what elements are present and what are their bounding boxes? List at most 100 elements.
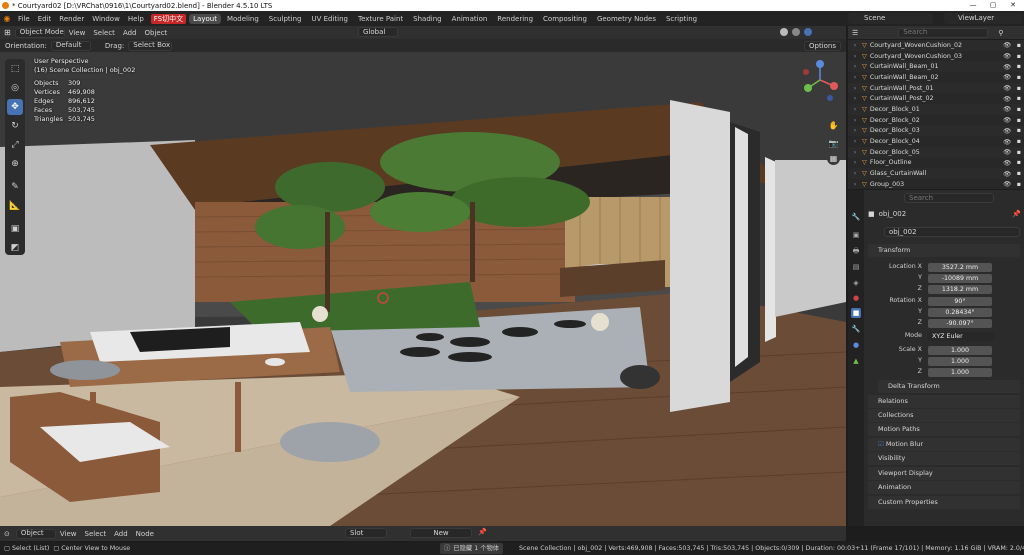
- scale-tool-icon[interactable]: ⤢: [7, 137, 23, 153]
- pin-icon[interactable]: 📌: [1012, 208, 1021, 220]
- minimize-button[interactable]: —: [964, 0, 982, 11]
- delta-transform-panel[interactable]: Delta Transform: [878, 380, 1020, 393]
- properties-search-field[interactable]: Search: [904, 193, 994, 203]
- scene-selector[interactable]: Scene: [848, 13, 933, 24]
- camera-icon[interactable]: ▪: [1017, 181, 1021, 188]
- transform-panel-header[interactable]: Transform: [868, 244, 1020, 257]
- tab-animation[interactable]: Animation: [448, 14, 492, 24]
- eye-icon[interactable]: 👁: [1003, 180, 1011, 188]
- menu-view[interactable]: View: [65, 29, 90, 37]
- shading-rendered-icon[interactable]: [804, 28, 812, 36]
- motion-blur-panel[interactable]: ☑ Motion Blur: [868, 438, 1020, 451]
- relations-panel[interactable]: Relations: [868, 395, 1020, 408]
- custom-properties-panel[interactable]: Custom Properties: [868, 496, 1020, 509]
- outliner-row[interactable]: › ▽ Decor_Block_04 👁 ▪: [848, 136, 1024, 147]
- camera-icon[interactable]: ▪: [1017, 149, 1021, 156]
- visibility-panel[interactable]: Visibility: [868, 452, 1020, 465]
- eye-icon[interactable]: 👁: [1003, 127, 1011, 135]
- rotate-tool-icon[interactable]: ↻: [7, 118, 23, 134]
- tab-sculpting[interactable]: Sculpting: [265, 14, 306, 24]
- move-tool-icon[interactable]: ✥: [7, 99, 23, 115]
- language-badge[interactable]: FS切中文: [150, 13, 187, 24]
- eye-icon[interactable]: 👁: [1003, 148, 1011, 156]
- eye-icon[interactable]: 👁: [1003, 105, 1011, 113]
- menu-node[interactable]: Node: [132, 530, 158, 538]
- render-tab-icon[interactable]: ▣: [851, 230, 861, 240]
- object-dropdown[interactable]: Object: [15, 528, 56, 539]
- tab-texture-paint[interactable]: Texture Paint: [354, 14, 407, 24]
- rotation-mode-dropdown[interactable]: XYZ Euler: [928, 332, 994, 341]
- outliner-row[interactable]: › ▽ Decor_Block_03 👁 ▪: [848, 125, 1024, 137]
- shading-material-icon[interactable]: [792, 28, 800, 36]
- menu-edit[interactable]: Edit: [34, 15, 56, 23]
- drag-dropdown[interactable]: Select Box: [128, 40, 173, 51]
- transform-tool-icon[interactable]: ⊕: [7, 156, 23, 172]
- shading-solid-icon[interactable]: [780, 28, 788, 36]
- camera-icon[interactable]: ▪: [1017, 127, 1021, 134]
- eye-icon[interactable]: 👁: [1003, 116, 1011, 124]
- camera-icon[interactable]: ▪: [1017, 85, 1021, 92]
- eye-icon[interactable]: 👁: [1003, 95, 1011, 103]
- outliner-row[interactable]: › ▽ Decor_Block_01 👁 ▪: [848, 104, 1024, 115]
- filter-icon[interactable]: ⚲: [998, 29, 1003, 37]
- tool-tab-icon[interactable]: 🔧: [851, 212, 861, 222]
- tab-compositing[interactable]: Compositing: [539, 14, 591, 24]
- outliner-row[interactable]: › ▽ Courtyard_WovenCushion_02 👁 ▪: [848, 40, 1024, 51]
- outliner-row[interactable]: › ▽ CurtainWall_Post_01 👁 ▪: [848, 82, 1024, 94]
- collections-panel[interactable]: Collections: [868, 409, 1020, 422]
- physics-tab-icon[interactable]: ●: [851, 340, 861, 350]
- location-z-field[interactable]: 1318.2 mm: [928, 285, 992, 294]
- scale-y-field[interactable]: 1.000: [928, 357, 992, 366]
- eye-icon[interactable]: 👁: [1003, 52, 1011, 60]
- outliner-row[interactable]: › ▽ Floor_Outline 👁 ▪: [848, 158, 1024, 169]
- maximize-button[interactable]: ▢: [984, 0, 1002, 11]
- menu-help[interactable]: Help: [124, 15, 148, 23]
- outliner-editor-icon[interactable]: ☰: [852, 29, 858, 37]
- object-tab-icon[interactable]: ■: [851, 308, 861, 318]
- camera-icon[interactable]: ▪: [1017, 159, 1021, 166]
- eye-icon[interactable]: 👁: [1003, 63, 1011, 71]
- pin-icon[interactable]: 📌: [478, 528, 487, 536]
- camera-icon[interactable]: ▪: [1017, 74, 1021, 81]
- eye-icon[interactable]: 👁: [1003, 170, 1011, 178]
- menu-select[interactable]: Select: [89, 29, 119, 37]
- outliner-row[interactable]: › ▽ Decor_Block_05 👁 ▪: [848, 146, 1024, 158]
- menu-render[interactable]: Render: [55, 15, 88, 23]
- camera-view-icon[interactable]: 📷: [827, 137, 840, 150]
- blender-menu-icon[interactable]: ◉: [0, 14, 14, 23]
- outliner-row[interactable]: › ▽ Glass_CurtainWall 👁 ▪: [848, 168, 1024, 179]
- object-name-field[interactable]: obj_002: [884, 227, 1020, 237]
- camera-icon[interactable]: ▪: [1017, 42, 1021, 49]
- tab-shading[interactable]: Shading: [409, 14, 445, 24]
- tab-layout[interactable]: Layout: [189, 13, 221, 24]
- camera-icon[interactable]: ▪: [1017, 106, 1021, 113]
- eye-icon[interactable]: 👁: [1003, 84, 1011, 92]
- measure-tool-icon[interactable]: 📐: [7, 198, 23, 214]
- output-tab-icon[interactable]: 🖶: [851, 246, 861, 256]
- world-tab-icon[interactable]: ●: [851, 293, 861, 303]
- viewport-display-panel[interactable]: Viewport Display: [868, 467, 1020, 480]
- menu-file[interactable]: File: [14, 15, 34, 23]
- outliner-row[interactable]: › ▽ CurtainWall_Beam_02 👁 ▪: [848, 72, 1024, 83]
- outliner-row[interactable]: › ▽ Decor_Block_02 👁 ▪: [848, 115, 1024, 126]
- tab-rendering[interactable]: Rendering: [493, 14, 537, 24]
- checkbox-icon[interactable]: ☑: [878, 440, 884, 448]
- camera-icon[interactable]: ▪: [1017, 95, 1021, 102]
- tab-uv-editing[interactable]: UV Editing: [307, 14, 352, 24]
- pan-hand-icon[interactable]: ✋: [827, 119, 840, 132]
- outliner-row[interactable]: › ▽ CurtainWall_Post_02 👁 ▪: [848, 93, 1024, 104]
- extrude-tool-icon[interactable]: ◩: [7, 240, 23, 256]
- tab-modeling[interactable]: Modeling: [223, 14, 263, 24]
- outliner-row[interactable]: › ▽ Courtyard_WovenCushion_03 👁 ▪: [848, 51, 1024, 62]
- eye-icon[interactable]: 👁: [1003, 159, 1011, 167]
- view-layer-selector[interactable]: ViewLayer: [944, 13, 1022, 24]
- view-layer-tab-icon[interactable]: ▤: [851, 262, 861, 272]
- mode-dropdown[interactable]: Object Mode: [14, 27, 65, 38]
- scale-z-field[interactable]: 1.000: [928, 368, 992, 377]
- outliner-search-field[interactable]: Search: [898, 27, 989, 38]
- modifier-tab-icon[interactable]: 🔧: [851, 324, 861, 334]
- menu-view[interactable]: View: [56, 530, 81, 538]
- annotate-tool-icon[interactable]: ✎: [7, 179, 23, 195]
- menu-add[interactable]: Add: [119, 29, 141, 37]
- editor-type-icon[interactable]: ⊞: [4, 28, 11, 37]
